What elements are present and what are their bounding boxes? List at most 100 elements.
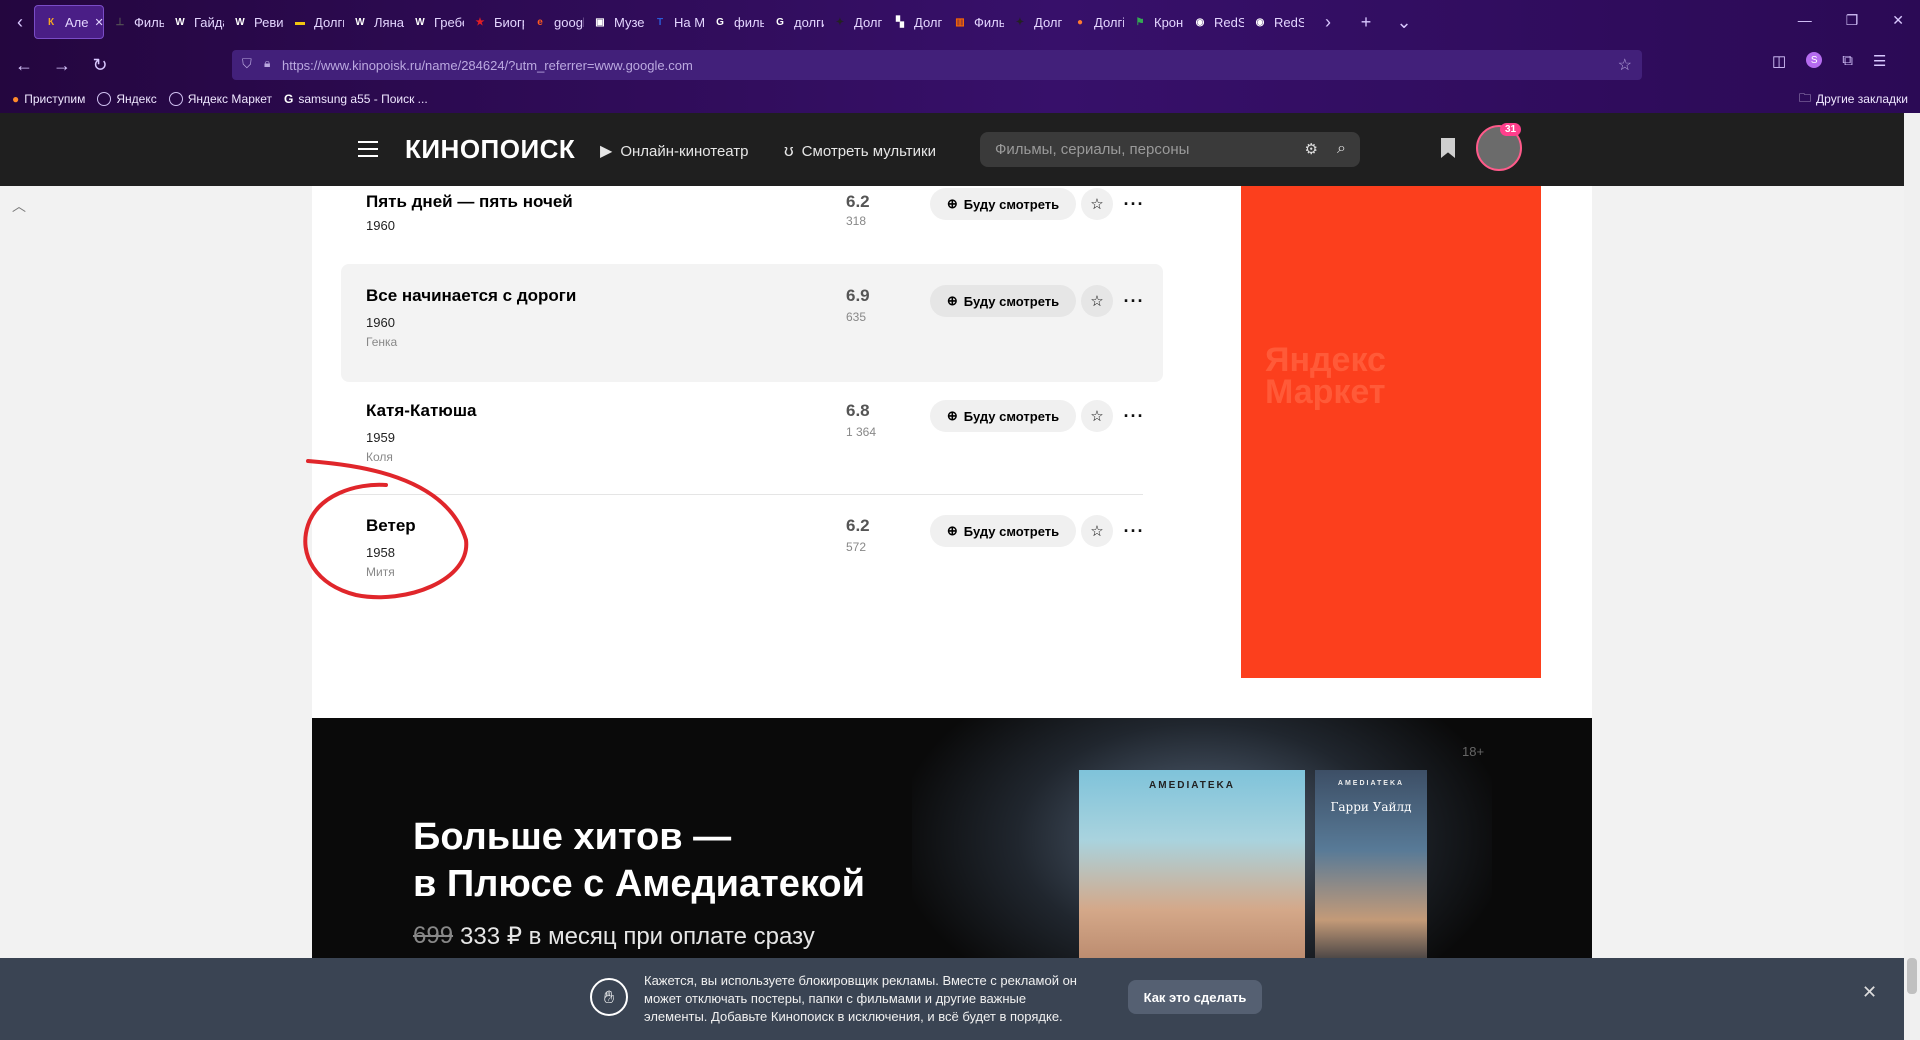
bookmark-star-icon[interactable]: ☆ [1618,55,1632,75]
favicon-icon: ▬ [295,16,305,28]
promo-heading: Больше хитов — в Плюсе с Амедиатекой [413,816,865,905]
tab-list-chevron-down-icon[interactable]: ⌄ [1390,8,1418,36]
other-bookmarks[interactable]: 🗀︎ Другие закладки [1799,89,1908,110]
browser-tab[interactable]: T На Ml [644,5,704,39]
star-icon[interactable]: ☆ [1081,400,1113,432]
price-new: 333 ₽ в месяц при оплате сразу [460,923,815,950]
bookmark-item[interactable]: Gsamsung a55 - Поиск ... [284,92,428,106]
browser-tab[interactable]: W Ляна [344,5,404,39]
film-year: 1960 [366,218,395,233]
reload-icon[interactable]: ↻ [86,51,114,79]
tab-label: Филь [974,14,1004,30]
bookmark-item[interactable]: ● Приступим [12,92,85,106]
star-icon[interactable]: ☆ [1081,188,1113,220]
watch-later-button[interactable]: ⊕ Буду смотреть [930,400,1076,432]
scroll-up-chevron-icon[interactable]: ︿ [12,196,26,216]
lock-icon[interactable]: 🔒︎ [264,56,270,71]
browser-tab[interactable]: ◉ RedSl [1244,5,1304,39]
forward-arrow-icon[interactable]: → [48,51,76,79]
amediateka-promo[interactable]: Больше хитов — в Плюсе с Амедиатекой 699… [312,718,1592,958]
browser-tab[interactable]: ▬ Долги [284,5,344,39]
browser-tab[interactable]: К Але ✕ [34,5,104,39]
browser-tab[interactable]: ▥ Филь [944,5,1004,39]
browser-tab[interactable]: W Ревиз [224,5,284,39]
address-bar[interactable]: ⛉ 🔒︎ https://www.kinopoisk.ru/name/28462… [232,50,1642,80]
minimize-icon[interactable]: — [1798,12,1812,29]
browser-tab[interactable]: ▚ Долг [884,5,944,39]
scrollbar-thumb[interactable] [1907,958,1917,994]
account-icon[interactable]: S [1806,52,1823,68]
menu-icon[interactable]: ☰ [1873,52,1886,70]
film-title[interactable]: Ветер [366,516,416,536]
browser-tab[interactable]: ★ Биогр [464,5,524,39]
browser-tab[interactable]: ⚑ Крон [1124,5,1184,39]
film-title[interactable]: Все начинается с дороги [366,286,576,306]
browser-tab[interactable]: ⊥ Филь [104,5,164,39]
browser-tab[interactable]: W Гребе [404,5,464,39]
favicon-icon: W [355,16,365,28]
restore-icon[interactable]: ❐ [1846,12,1859,29]
bookmark-item[interactable]: Яндекс [97,92,157,106]
scrollbar[interactable] [1904,113,1920,1040]
age-rating: 18+ [1462,744,1485,759]
yandex-market-ad[interactable]: Яндекс Маркет [1241,186,1541,678]
close-window-icon[interactable]: ✕ [1892,12,1904,29]
favicon-icon: ◉ [1255,16,1265,28]
new-tab-icon[interactable]: + [1352,8,1380,36]
tab-label: Гайда [194,14,224,30]
close-icon[interactable]: ✕ [1862,982,1877,1003]
film-year: 1960 [366,315,395,330]
search-icon[interactable]: ⌕ [1337,140,1346,158]
filter-sliders-icon[interactable]: ⚙︎ [1305,140,1318,158]
more-options-icon[interactable]: ··· [1122,400,1146,432]
browser-tab[interactable]: ◉ RedSl [1184,5,1244,39]
favicon-icon: К [47,16,55,28]
google-icon: G [284,92,294,106]
row-divider [341,494,1143,495]
plus-bookmark-icon: ⊕ [946,408,958,423]
extensions-icon[interactable]: ⧉ [1842,52,1853,70]
film-votes: 635 [846,310,867,324]
plus-bookmark-icon: ⊕ [946,196,958,211]
bookmark-icon[interactable] [1441,138,1455,158]
tab-list: КАле✕⊥ФильWГайдаWРевиз▬ДолгиWЛянаWГребе★… [34,5,1304,39]
film-title[interactable]: Пять дней — пять ночей [366,192,573,212]
globe-icon [168,92,183,106]
favicon-icon: ▥ [955,16,965,28]
browser-tab[interactable]: Gдолги [764,5,824,39]
browser-tab[interactable]: Gфиль [704,5,764,39]
star-icon[interactable]: ☆ [1081,515,1113,547]
close-tab-icon[interactable]: ✕ [95,16,104,29]
tab-scroll-left-icon[interactable]: ‹ [6,8,34,36]
star-icon[interactable]: ☆ [1081,285,1113,317]
pocket-icon[interactable]: ◫ [1772,52,1786,70]
browser-tab[interactable]: ✦ Долг [824,5,884,39]
globe-icon [97,92,112,106]
browser-tab[interactable]: e googl [524,5,584,39]
more-options-icon[interactable]: ··· [1122,188,1146,220]
tab-scroll-right-icon[interactable]: › [1314,8,1342,36]
browser-tab[interactable]: ▣ Музе [584,5,644,39]
bookmark-item[interactable]: Яндекс Маркет [168,92,272,106]
film-row[interactable]: Пять дней — пять ночей 1960 6.2 318 ⊕ Буд… [341,156,1163,274]
how-to-button[interactable]: Как это сделать [1128,980,1262,1014]
url-text[interactable]: https://www.kinopoisk.ru/name/284624/?ut… [282,58,693,73]
watch-later-button[interactable]: ⊕ Буду смотреть [930,285,1076,317]
browser-tab[interactable]: W Гайда [164,5,224,39]
favicon-icon: ● [1076,16,1084,28]
tab-label: На Ml [674,14,704,30]
more-options-icon[interactable]: ··· [1122,515,1146,547]
film-row[interactable]: Ветер 1958 Митя 6.2 572 ⊕ Буду смотреть ☆… [341,494,1163,612]
more-options-icon[interactable]: ··· [1122,285,1146,317]
watch-later-button[interactable]: ⊕ Буду смотреть [930,188,1076,220]
film-title[interactable]: Катя-Катюша [366,401,476,421]
back-arrow-icon[interactable]: ← [10,51,38,79]
tab-label: Але [65,14,89,30]
shield-icon[interactable]: ⛉ [242,56,252,72]
browser-tab[interactable]: ● Долгі [1064,5,1124,39]
browser-tab[interactable]: ✦ Долг [1004,5,1064,39]
film-row[interactable]: Катя-Катюша 1959 Коля 6.8 1 364 ⊕ Буду см… [341,379,1163,497]
film-row[interactable]: Все начинается с дороги 1960 Генка 6.9 6… [341,264,1163,382]
watch-later-button[interactable]: ⊕ Буду смотреть [930,515,1076,547]
navigation-bar: ← → ↻ ⛉ 🔒︎ https://www.kinopoisk.ru/name… [0,46,1920,84]
